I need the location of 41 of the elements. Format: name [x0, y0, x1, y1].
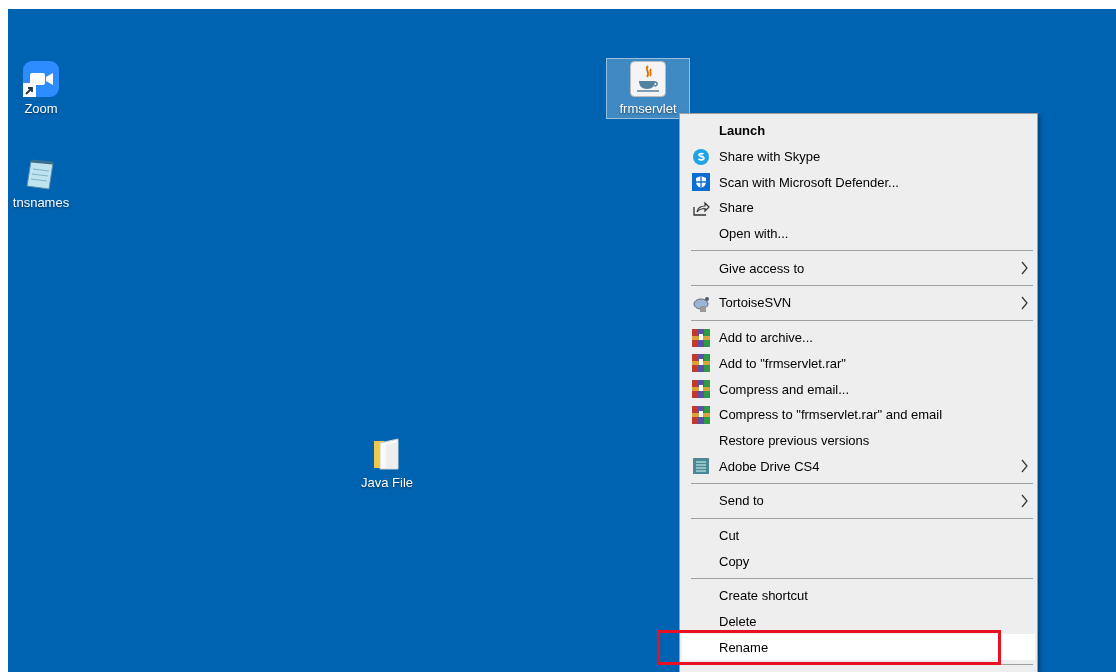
archive-books-icon	[691, 328, 710, 347]
menu-item[interactable]: Cut	[682, 522, 1035, 549]
menu-item[interactable]: Rename	[682, 634, 1035, 661]
menu-item[interactable]: Compress to "frmservlet.rar" and email	[682, 401, 1035, 428]
chevron-right-icon	[1020, 459, 1028, 474]
archive-books-icon	[691, 405, 710, 424]
coffee-cup-icon	[630, 61, 666, 97]
menu-item[interactable]: Open with...	[682, 220, 1035, 247]
desktop-icon[interactable]: frmservlet	[606, 58, 690, 119]
chevron-right-icon	[1020, 261, 1028, 276]
menu-item[interactable]: Adobe Drive CS4	[682, 453, 1035, 479]
menu-item[interactable]: Copy	[682, 548, 1035, 574]
menu-item[interactable]: Share	[682, 195, 1035, 221]
shield-icon	[691, 173, 710, 192]
chevron-right-icon	[1020, 295, 1028, 310]
menu-item[interactable]: Create shortcut	[682, 583, 1035, 609]
archive-books-icon	[691, 354, 710, 373]
drive-icon	[691, 457, 710, 476]
desktop-icon[interactable]: Java File	[349, 434, 425, 493]
menu-item[interactable]: Add to "frmservlet.rar"	[682, 350, 1035, 377]
chevron-right-icon	[1020, 493, 1028, 508]
folder-icon	[372, 437, 402, 471]
menu-item[interactable]: Share with Skype	[682, 143, 1035, 170]
menu-item[interactable]: Restore previous versions	[682, 427, 1035, 454]
menu-item[interactable]: TortoiseSVN	[682, 290, 1035, 316]
icon-label: Java File	[361, 475, 413, 490]
menu-item[interactable]: Compress and email...	[682, 376, 1035, 402]
skype-icon	[691, 147, 710, 166]
menu-item[interactable]: Add to archive...	[682, 324, 1035, 351]
video-camera-icon	[23, 61, 59, 97]
icon-label: Zoom	[24, 101, 58, 116]
icon-label: frmservlet	[619, 101, 677, 116]
menu-item[interactable]: Scan with Microsoft Defender...	[682, 169, 1035, 196]
desktop-icon[interactable]: tnsnames	[8, 152, 74, 213]
menu-item[interactable]: Give access to	[682, 255, 1035, 282]
menu-item[interactable]: Delete	[682, 608, 1035, 635]
menu-item[interactable]: Send to	[682, 487, 1035, 514]
desktop-icon[interactable]: Zoom	[8, 58, 74, 119]
icon-label: tnsnames	[12, 195, 70, 210]
archive-books-icon	[691, 380, 710, 399]
menu-item[interactable]: Launch	[682, 118, 1035, 144]
